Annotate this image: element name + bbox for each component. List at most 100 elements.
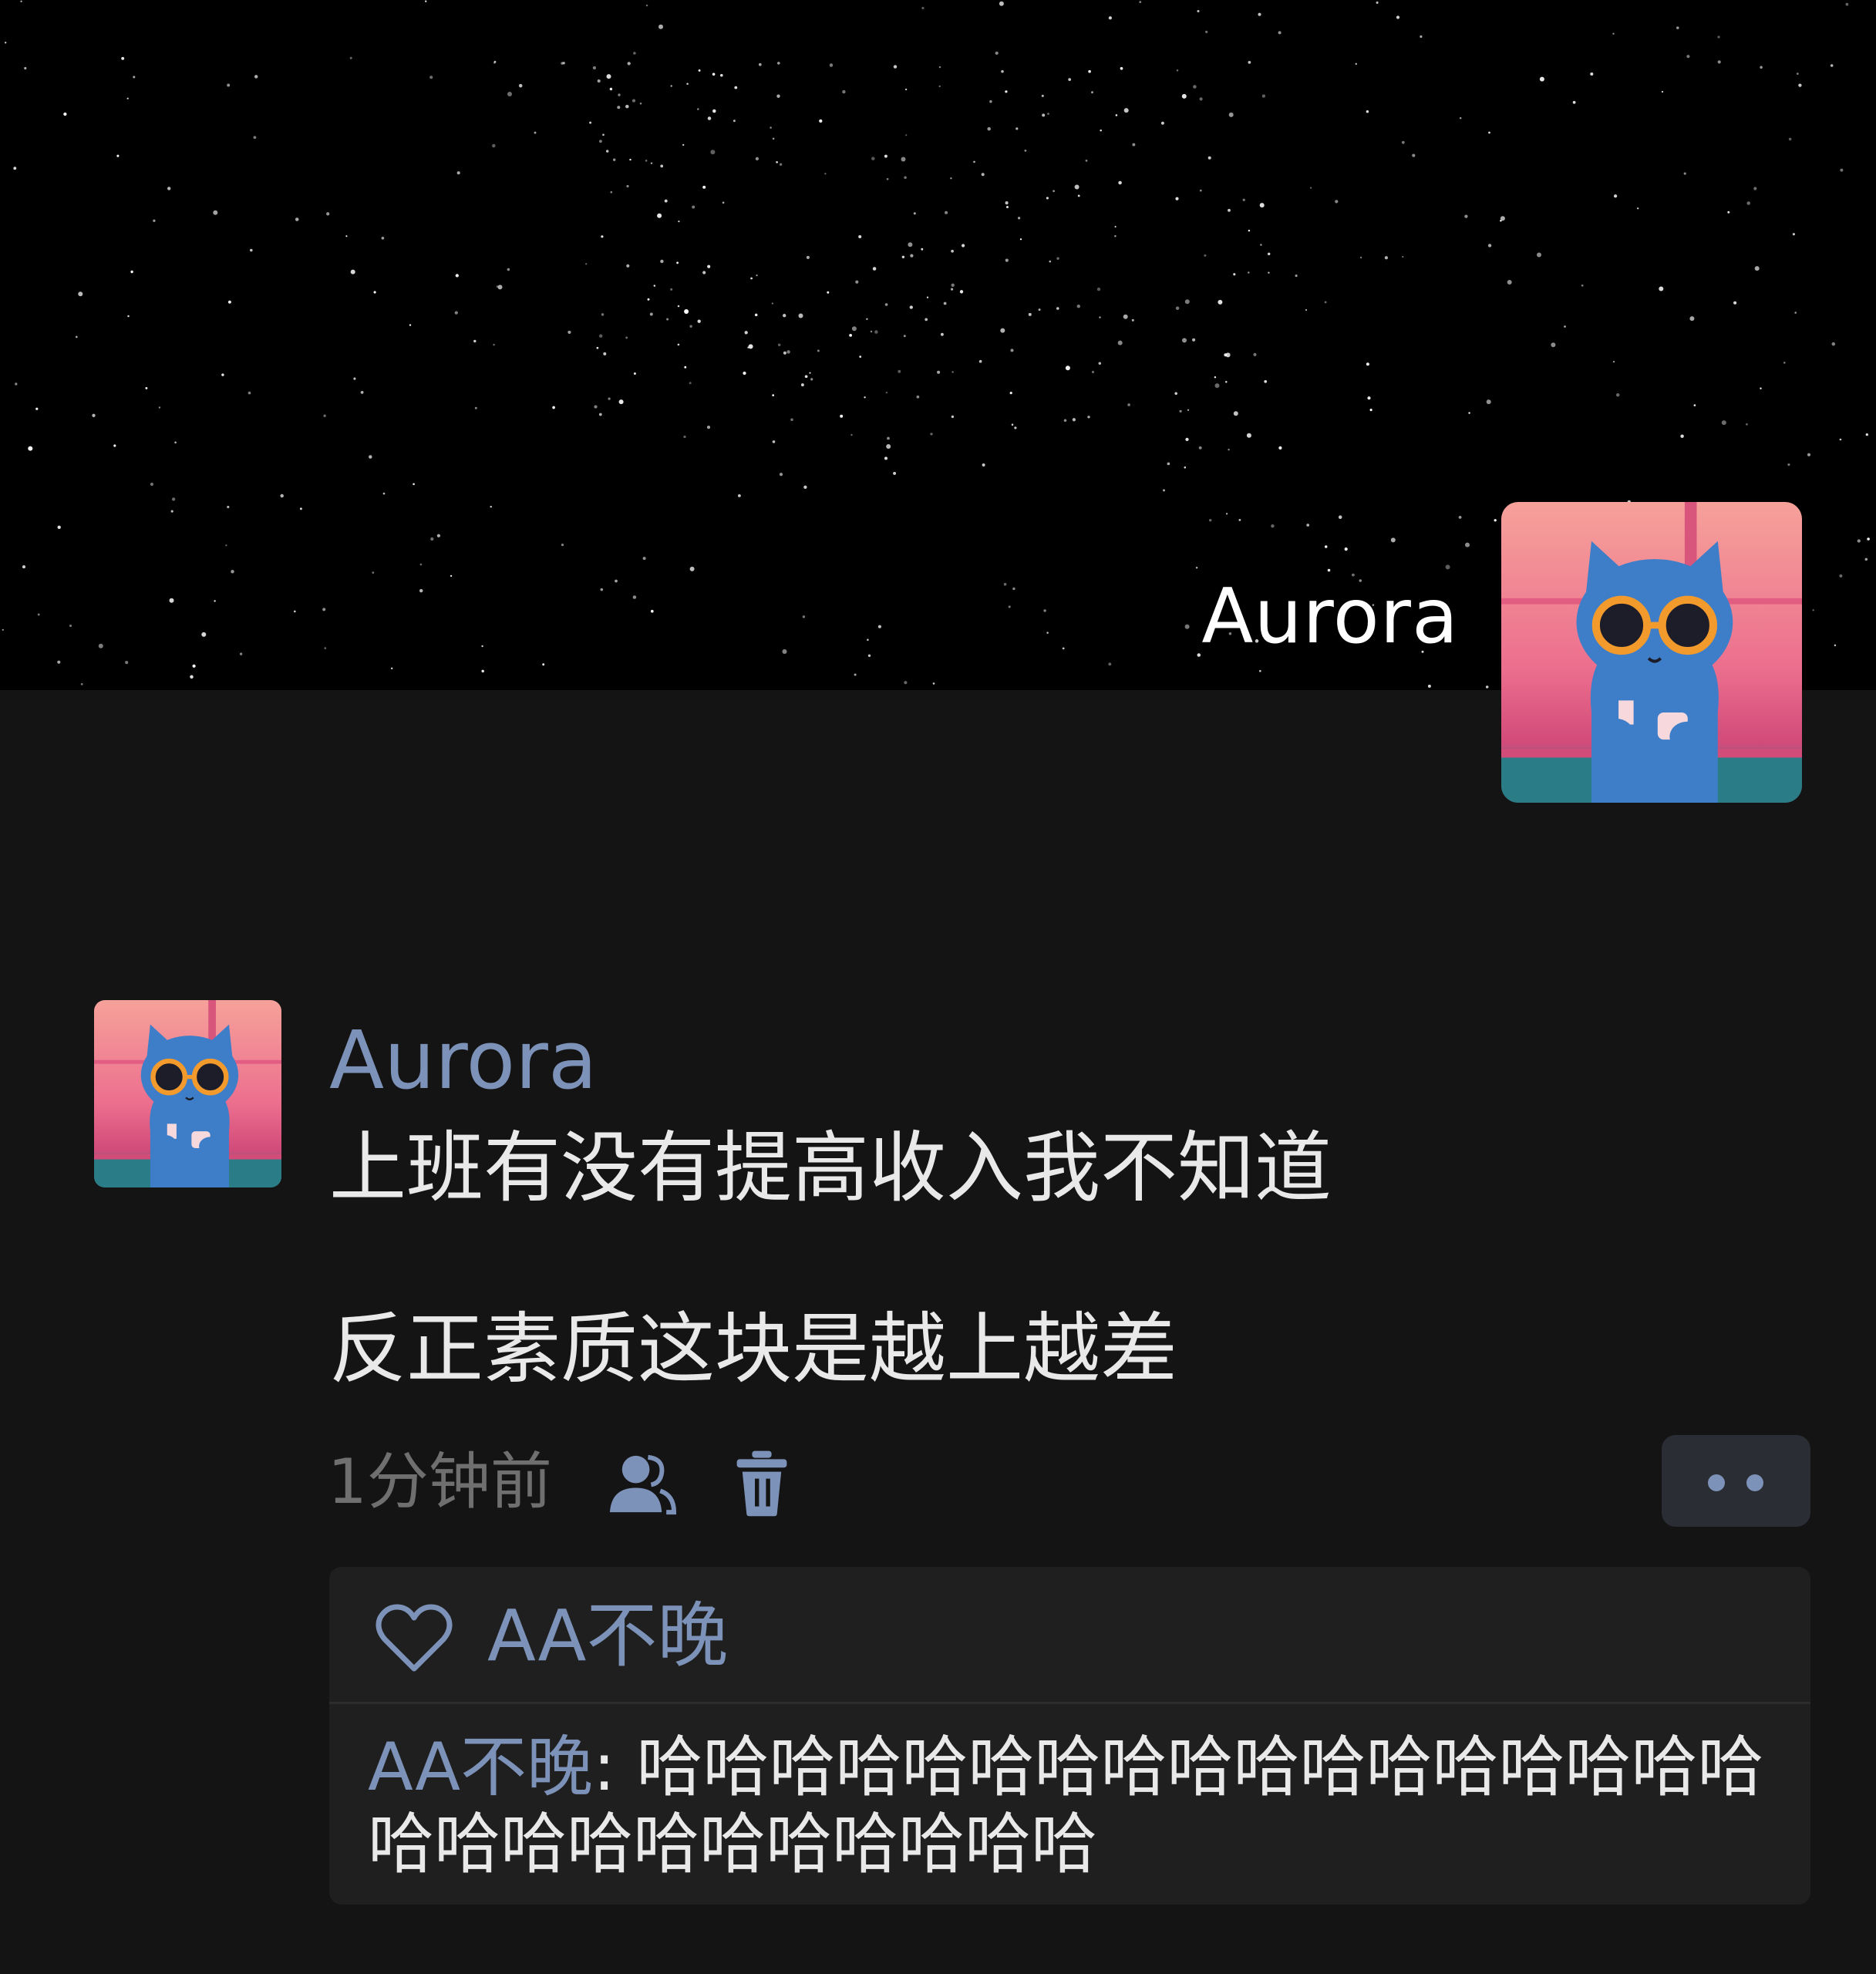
- star: [589, 121, 592, 124]
- comment-item[interactable]: AA不晚: 哈哈哈哈哈哈哈哈哈哈哈哈哈哈哈哈哈哈哈哈哈哈哈哈哈哈哈哈: [368, 1729, 1771, 1883]
- star: [1458, 516, 1462, 519]
- star: [496, 285, 499, 288]
- star: [1000, 328, 1005, 333]
- star: [842, 89, 846, 94]
- star: [1195, 566, 1198, 569]
- friends-icon[interactable]: [605, 1448, 679, 1521]
- star: [35, 407, 39, 410]
- star: [127, 315, 130, 318]
- star: [874, 330, 878, 334]
- star: [1845, 2, 1849, 6]
- star: [1100, 129, 1102, 132]
- star: [951, 283, 955, 287]
- star: [627, 62, 631, 66]
- star: [1131, 318, 1134, 322]
- star: [639, 103, 642, 105]
- trash-icon[interactable]: [734, 1448, 790, 1518]
- star: [618, 399, 624, 405]
- star: [37, 613, 40, 616]
- post-author-avatar[interactable]: [94, 1000, 281, 1187]
- star: [1260, 244, 1262, 246]
- star: [507, 92, 512, 96]
- star: [653, 285, 656, 287]
- star: [885, 391, 888, 394]
- star: [1753, 187, 1757, 190]
- star: [1199, 189, 1202, 192]
- star: [1225, 381, 1228, 383]
- star: [1091, 91, 1093, 94]
- star: [174, 441, 177, 444]
- star: [744, 331, 748, 335]
- star: [507, 268, 510, 271]
- star: [1865, 433, 1868, 436]
- star: [1401, 140, 1405, 144]
- star: [777, 343, 781, 347]
- star: [1539, 76, 1544, 82]
- star: [1192, 338, 1196, 342]
- star: [800, 383, 804, 387]
- star: [1167, 462, 1170, 466]
- star: [712, 109, 716, 113]
- star: [629, 158, 632, 161]
- star: [1537, 252, 1541, 258]
- star: [1185, 437, 1189, 442]
- star: [959, 290, 964, 294]
- star: [698, 69, 701, 72]
- star: [481, 669, 484, 673]
- like-user-name[interactable]: AA不晚: [487, 1590, 728, 1683]
- star: [1798, 83, 1802, 87]
- star: [649, 312, 653, 316]
- star: [1830, 64, 1834, 67]
- star: [689, 325, 692, 328]
- star: [867, 654, 871, 657]
- comment-user-name[interactable]: AA不晚: [368, 1729, 593, 1806]
- star: [121, 56, 125, 60]
- star: [720, 73, 723, 77]
- star: [827, 291, 830, 294]
- star: [372, 571, 375, 574]
- star: [1248, 61, 1251, 64]
- likes-comments-panel: AA不晚 AA不晚: 哈哈哈哈哈哈哈哈哈哈哈哈哈哈哈哈哈哈哈哈哈哈哈哈哈哈哈哈: [329, 1567, 1810, 1905]
- star: [626, 184, 629, 188]
- post-text-line: 反正素质这块是越上越差: [329, 1304, 1177, 1394]
- star: [1271, 524, 1275, 528]
- star: [926, 296, 929, 298]
- star: [324, 647, 327, 649]
- star: [1017, 217, 1021, 220]
- star: [1091, 370, 1095, 374]
- star: [670, 85, 672, 87]
- star: [597, 79, 601, 83]
- star: [932, 682, 935, 685]
- star: [642, 557, 646, 561]
- star: [1008, 605, 1011, 608]
- star: [1076, 304, 1081, 308]
- post-author-name[interactable]: Aurora: [329, 1014, 598, 1107]
- star: [817, 349, 820, 352]
- star: [1062, 647, 1065, 650]
- star: [1612, 360, 1615, 363]
- star: [1420, 35, 1423, 39]
- star: [689, 566, 695, 571]
- star: [824, 173, 827, 175]
- star: [63, 112, 67, 116]
- cover-user-name[interactable]: Aurora: [1201, 571, 1459, 663]
- star: [1367, 396, 1371, 400]
- cover-avatar[interactable]: [1501, 502, 1802, 803]
- star: [989, 100, 992, 103]
- star: [1199, 97, 1203, 101]
- star: [382, 492, 386, 495]
- star: [650, 162, 653, 164]
- star: [1005, 258, 1009, 262]
- star: [851, 326, 857, 332]
- star: [1258, 669, 1261, 672]
- star: [884, 303, 888, 306]
- star: [921, 248, 924, 251]
- star: [612, 158, 616, 161]
- star: [1233, 411, 1238, 416]
- star: [1019, 238, 1022, 241]
- star: [1123, 314, 1128, 319]
- star: [1047, 113, 1049, 115]
- star: [1464, 214, 1468, 218]
- star: [608, 397, 611, 400]
- more-button[interactable]: [1662, 1435, 1810, 1527]
